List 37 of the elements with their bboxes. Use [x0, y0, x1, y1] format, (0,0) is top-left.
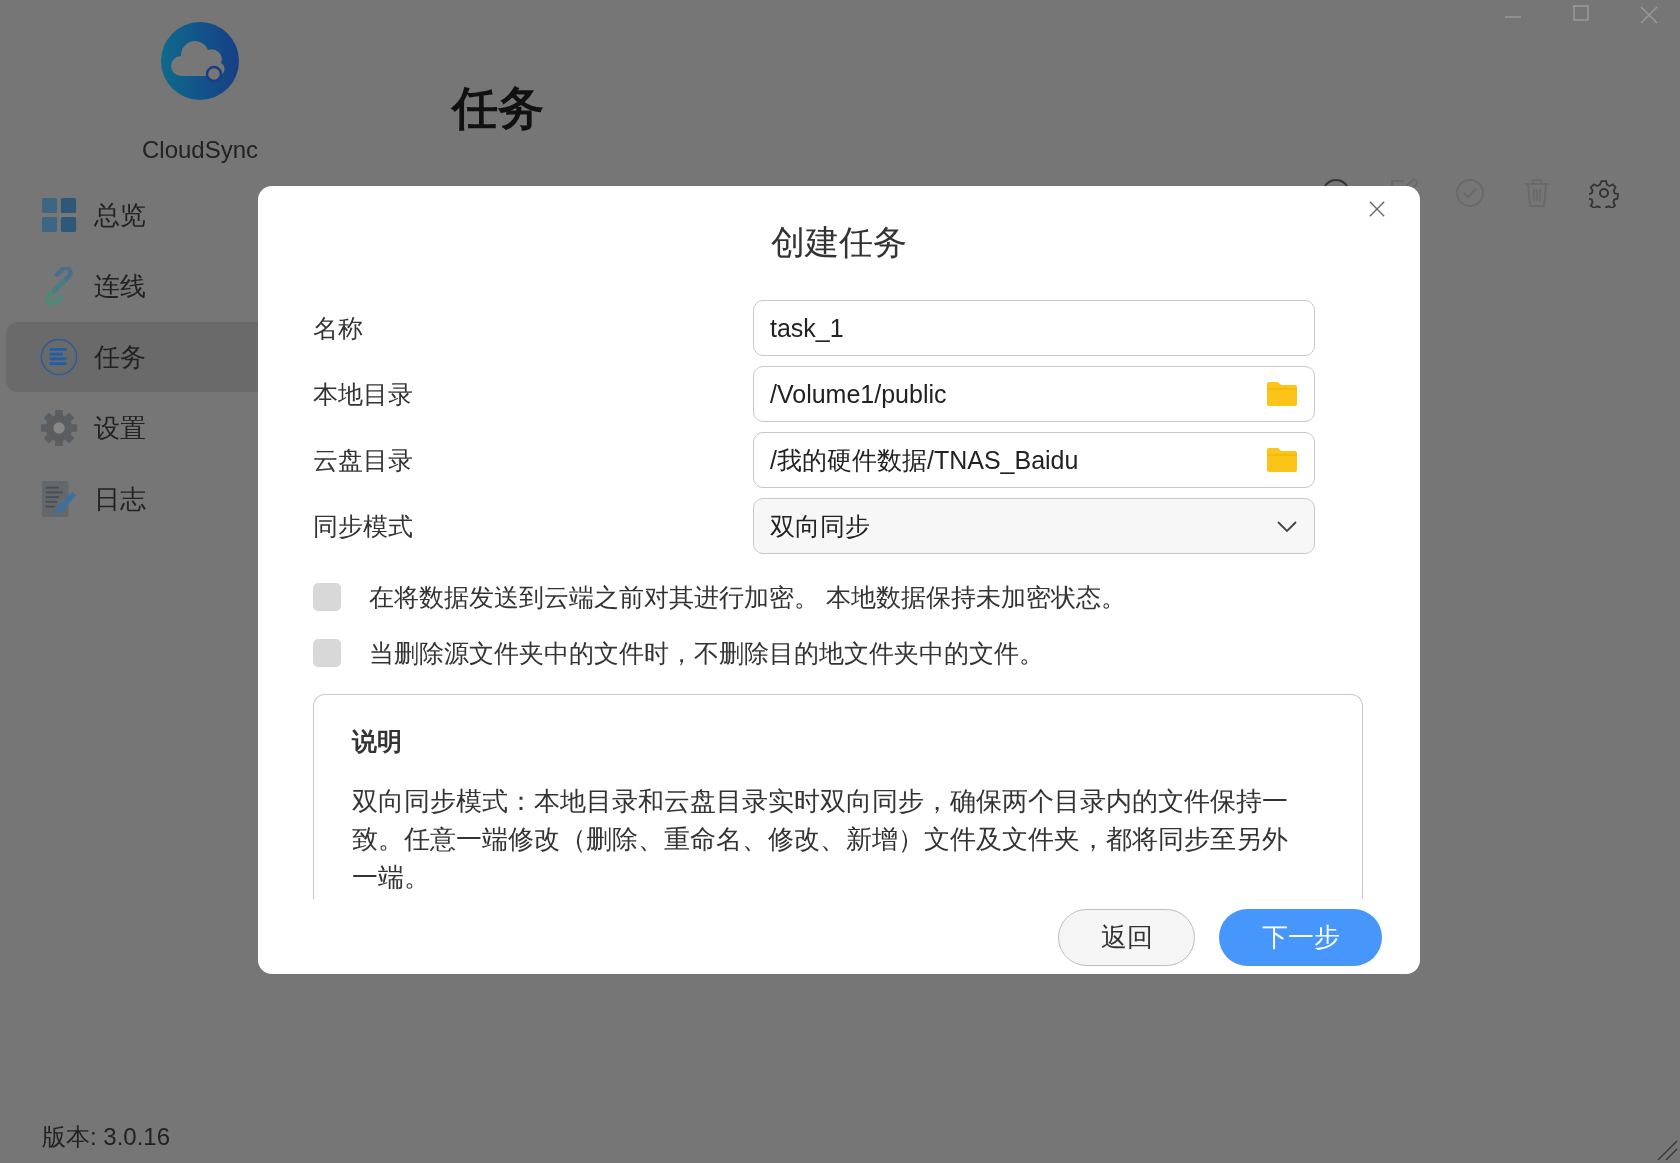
caret-icon [1276, 519, 1298, 533]
description-text: 双向同步模式：本地目录和云盘目录实时双向同步，确保两个目录内的文件保持一致。任意一端修改（删除、重命名、修改、新增）文件及文件夹，都将同步至另外一端。 [352, 785, 1289, 894]
settings-icon[interactable] [1589, 178, 1619, 208]
cloud-logo-icon [159, 20, 241, 102]
resize-grip-icon[interactable] [1656, 1139, 1678, 1161]
checkbox[interactable] [313, 583, 341, 611]
grid-icon [40, 196, 78, 234]
field-label: 同步模式 [313, 510, 414, 542]
input-field[interactable]: /Volume1/public [753, 366, 1315, 422]
checkbox-label: 当删除源文件夹中的文件时，不删除目的地文件夹中的文件。 [369, 637, 1044, 669]
next-button[interactable]: 下一步 [1219, 909, 1382, 966]
folder-icon[interactable] [1266, 381, 1298, 407]
gear-icon [40, 409, 78, 447]
app-name: CloudSync [141, 136, 259, 164]
field-label: 本地目录 [313, 378, 414, 410]
document-edit-icon [40, 480, 78, 518]
close-icon[interactable] [1638, 4, 1660, 26]
close-button[interactable] [1368, 200, 1386, 218]
list-icon [40, 338, 78, 376]
field-label: 云盘目录 [313, 444, 414, 476]
dialog-title: 创建任务 [770, 222, 908, 263]
description-heading: 说明 [352, 726, 403, 757]
sidebar-item[interactable]: 设置 [6, 393, 258, 463]
sidebar-item[interactable]: 连线 [6, 251, 258, 321]
page-title: 任务 [452, 81, 545, 136]
input-field[interactable]: /我的硬件数据/TNAS_Baidu [753, 432, 1315, 488]
folder-icon[interactable] [1266, 447, 1298, 473]
sidebar-item[interactable]: 任务 [6, 322, 258, 392]
field-label: 名称 [313, 312, 364, 344]
input-field[interactable]: task_1 [753, 300, 1315, 356]
sidebar-item[interactable]: 总览 [6, 180, 258, 250]
checkbox-label: 在将数据发送到云端之前对其进行加密。 本地数据保持未加密状态。 [369, 581, 1126, 613]
dropdown[interactable]: 双向同步 [753, 498, 1315, 554]
checkbox[interactable] [313, 639, 341, 667]
back-button[interactable]: 返回 [1058, 909, 1195, 966]
version-text: 版本: 3.0.16 [42, 1122, 171, 1152]
sidebar-item[interactable]: 日志 [6, 464, 258, 534]
